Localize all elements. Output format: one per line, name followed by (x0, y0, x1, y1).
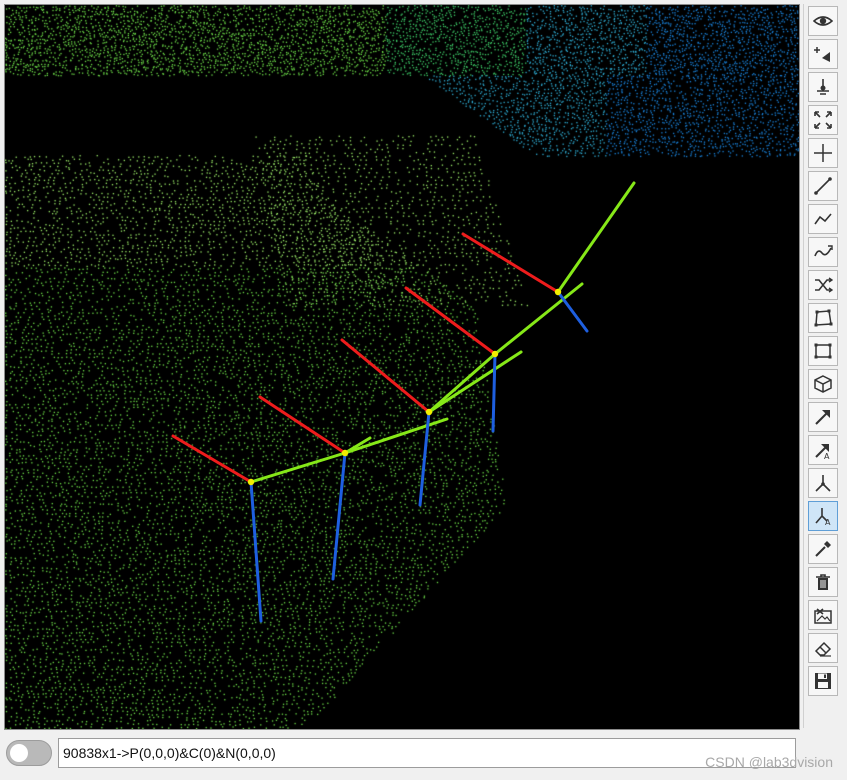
line-tool-button[interactable] (808, 171, 838, 201)
curve-icon (813, 242, 833, 262)
section-red-axis (340, 338, 431, 414)
anchor-icon (813, 77, 833, 97)
arrow-tool-button[interactable] (808, 402, 838, 432)
cube-icon (813, 374, 833, 394)
section-node (491, 350, 499, 358)
app-window: AA 90838x1->P(0,0,0)&C(0)&N(0,0,0) CSDN … (0, 0, 847, 780)
crosshair-icon (813, 143, 833, 163)
centerline-segment (556, 181, 636, 294)
curve-tool-button[interactable] (808, 237, 838, 267)
add-point-tool-button[interactable] (808, 39, 838, 69)
point-cloud-viewport[interactable] (4, 4, 800, 730)
axis-label-tool-button[interactable]: A (808, 501, 838, 531)
clear-image-icon (813, 605, 833, 625)
anchor-tool-button[interactable] (808, 72, 838, 102)
arrow-icon (813, 407, 833, 427)
section-node (247, 478, 255, 486)
svg-text:A: A (824, 452, 830, 460)
arrow-label-icon: A (813, 440, 833, 460)
watermark-text: CSDN @lab3dvision (705, 754, 833, 770)
crosshair-tool-button[interactable] (808, 138, 838, 168)
section-blue-axis (249, 480, 263, 623)
polygon-icon (813, 308, 833, 328)
shuffle-icon (813, 275, 833, 295)
section-blue-axis (331, 451, 347, 581)
centerline-segment (427, 350, 523, 414)
section-node (425, 408, 433, 416)
centerline-segment (493, 282, 584, 356)
status-bar: 90838x1->P(0,0,0)&C(0)&N(0,0,0) CSDN @la… (0, 734, 847, 780)
save-icon (813, 671, 833, 691)
save-tool-button[interactable] (808, 666, 838, 696)
centerline-segment (343, 417, 449, 455)
polyline-icon (813, 209, 833, 229)
axis-icon (813, 473, 833, 493)
arrow-label-tool-button[interactable]: A (808, 435, 838, 465)
picker-tool-button[interactable] (808, 534, 838, 564)
picker-icon (813, 539, 833, 559)
section-node (341, 449, 349, 457)
add-point-icon (813, 44, 833, 64)
rectangle-icon (813, 341, 833, 361)
line-icon (813, 176, 833, 196)
clear-image-tool-button[interactable] (808, 600, 838, 630)
section-red-axis (461, 232, 560, 294)
section-lines-overlay (171, 181, 636, 623)
section-red-axis (258, 395, 347, 455)
axis-tool-button[interactable] (808, 468, 838, 498)
fit-all-tool-button[interactable] (808, 105, 838, 135)
centerline-segment (427, 352, 497, 414)
section-blue-axis (556, 290, 589, 333)
section-red-axis (171, 434, 253, 484)
trash-icon (813, 572, 833, 592)
shuffle-tool-button[interactable] (808, 270, 838, 300)
right-toolbar: AA (803, 4, 842, 728)
svg-text:A: A (825, 518, 831, 526)
section-red-axis (404, 286, 497, 356)
cube-tool-button[interactable] (808, 369, 838, 399)
command-output[interactable]: 90838x1->P(0,0,0)&C(0)&N(0,0,0) (58, 738, 796, 768)
centerline-segment (249, 451, 347, 484)
polygon-tool-button[interactable] (808, 303, 838, 333)
trash-tool-button[interactable] (808, 567, 838, 597)
rectangle-tool-button[interactable] (808, 336, 838, 366)
eye-tool-button[interactable] (808, 6, 838, 36)
eraser-icon (813, 638, 833, 658)
polyline-tool-button[interactable] (808, 204, 838, 234)
axis-label-icon: A (813, 506, 833, 526)
mode-toggle[interactable] (6, 740, 52, 766)
section-node (554, 288, 562, 296)
section-blue-axis (491, 352, 497, 433)
eye-icon (813, 11, 833, 31)
eraser-tool-button[interactable] (808, 633, 838, 663)
fit-all-icon (813, 110, 833, 130)
toggle-knob (10, 744, 28, 762)
